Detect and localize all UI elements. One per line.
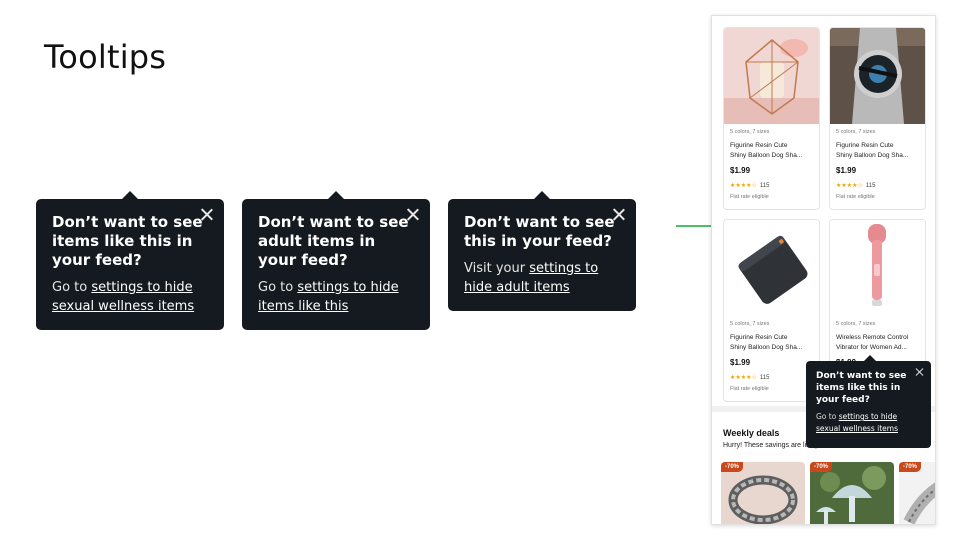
tooltip-heading: Don’t want to see adult items in your fe…: [258, 213, 409, 269]
product-name-line1: Figurine Resin Cute: [730, 142, 788, 149]
shipping-note: Flat rate eligible: [730, 386, 769, 392]
product-name-line1: Figurine Resin Cute: [730, 334, 788, 341]
star-icon: ★★★★☆: [730, 375, 757, 381]
product-meta: 5 colors, 7 sizes: [730, 321, 770, 327]
shipping-note: Flat rate eligible: [836, 194, 875, 200]
tooltip-heading: Don’t want to see this in your feed?: [464, 213, 615, 250]
phone-screen: 5 colors, 7 sizes Figurine Resin Cute Shi…: [711, 15, 936, 525]
close-icon[interactable]: [612, 208, 625, 221]
product-price: $1.99: [836, 166, 857, 175]
rating-stars: ★★★★☆ 115: [730, 374, 769, 381]
tooltip-heading: Don’t want to see items like this in you…: [816, 371, 907, 405]
tooltip-heading: Don’t want to see items like this in you…: [52, 213, 203, 269]
review-count: 115: [865, 183, 876, 189]
review-count: 115: [759, 183, 770, 189]
tooltip-body: Go to settings to hide sexual wellness i…: [52, 278, 208, 316]
weekly-deals-title: Weekly deals: [723, 428, 780, 438]
tooltip-body: Go to settings to hide sexual wellness i…: [816, 411, 921, 435]
star-icon: ★★★★☆: [836, 183, 863, 189]
product-card[interactable]: 5 colors, 7 sizes Figurine Resin Cute Shi…: [829, 27, 926, 210]
deal-item[interactable]: -70%: [721, 462, 805, 524]
tooltip-adult-items: Don’t want to see adult items in your fe…: [242, 191, 430, 330]
tooltip-body: Visit your settings to hide adult items: [464, 259, 620, 297]
product-price: $1.99: [730, 166, 751, 175]
close-icon[interactable]: [200, 208, 213, 221]
discount-badge: -70%: [810, 462, 833, 472]
deal-item[interactable]: -70%: [810, 462, 894, 524]
product-meta: 5 colors, 7 sizes: [836, 321, 876, 327]
wand-massager-image: [830, 220, 925, 316]
product-name-line1: Figurine Resin Cute: [836, 142, 894, 149]
tooltip-arrow: [533, 191, 551, 200]
product-name-line2: Shiny Balloon Dog Sha...: [730, 152, 803, 159]
product-name-line2: Shiny Balloon Dog Sha...: [730, 344, 803, 351]
tooltip-arrow: [121, 191, 139, 200]
tooltip-body-prefix: Go to: [258, 280, 298, 295]
product-meta: 5 colors, 7 sizes: [730, 129, 770, 135]
discount-badge: -70%: [899, 462, 922, 472]
slide-title: Tooltips: [44, 38, 167, 76]
tooltip-body: Go to settings to hide items like this: [258, 278, 414, 316]
close-icon[interactable]: [915, 368, 923, 376]
product-name: Figurine Resin Cute Shiny Balloon Dog Sha…: [730, 141, 818, 161]
product-name: Figurine Resin Cute Shiny Balloon Dog Sha…: [730, 333, 818, 353]
deal-item[interactable]: -70%: [899, 462, 935, 524]
close-icon[interactable]: [406, 208, 419, 221]
smartwatch-image: [830, 28, 925, 124]
star-icon: ★★★★☆: [730, 183, 757, 189]
tooltip-arrow: [327, 191, 345, 200]
product-name-line2: Vibrator for Women Ad...: [836, 344, 907, 351]
tooltip-body-prefix: Go to: [52, 280, 92, 295]
discount-badge: -70%: [721, 462, 744, 472]
tooltip-arrow: [864, 355, 876, 361]
product-name: Figurine Resin Cute Shiny Balloon Dog Sha…: [836, 141, 924, 161]
product-name-line1: Wireless Remote Control: [836, 334, 909, 341]
tooltip-body-prefix: Go to: [816, 412, 839, 421]
shipping-note: Flat rate eligible: [730, 194, 769, 200]
rating-stars: ★★★★☆ 115: [836, 182, 875, 189]
review-count: 115: [759, 375, 770, 381]
candle-holder-image: [724, 28, 819, 124]
product-card[interactable]: 5 colors, 7 sizes Figurine Resin Cute Shi…: [723, 27, 820, 210]
inline-feed-tooltip: Don’t want to see items like this in you…: [806, 355, 931, 448]
product-price: $1.99: [730, 358, 751, 367]
power-bank-image: [724, 220, 819, 316]
tooltip-this-in-feed: Don’t want to see this in your feed? Vis…: [448, 191, 636, 311]
rating-stars: ★★★★☆ 115: [730, 182, 769, 189]
product-name-line2: Shiny Balloon Dog Sha...: [836, 152, 909, 159]
tooltip-sexual-wellness: Don’t want to see items like this in you…: [36, 191, 224, 330]
product-name: Wireless Remote Control Vibrator for Wome…: [836, 333, 924, 353]
tooltip-body-prefix: Visit your: [464, 261, 530, 276]
product-meta: 5 colors, 7 sizes: [836, 129, 876, 135]
